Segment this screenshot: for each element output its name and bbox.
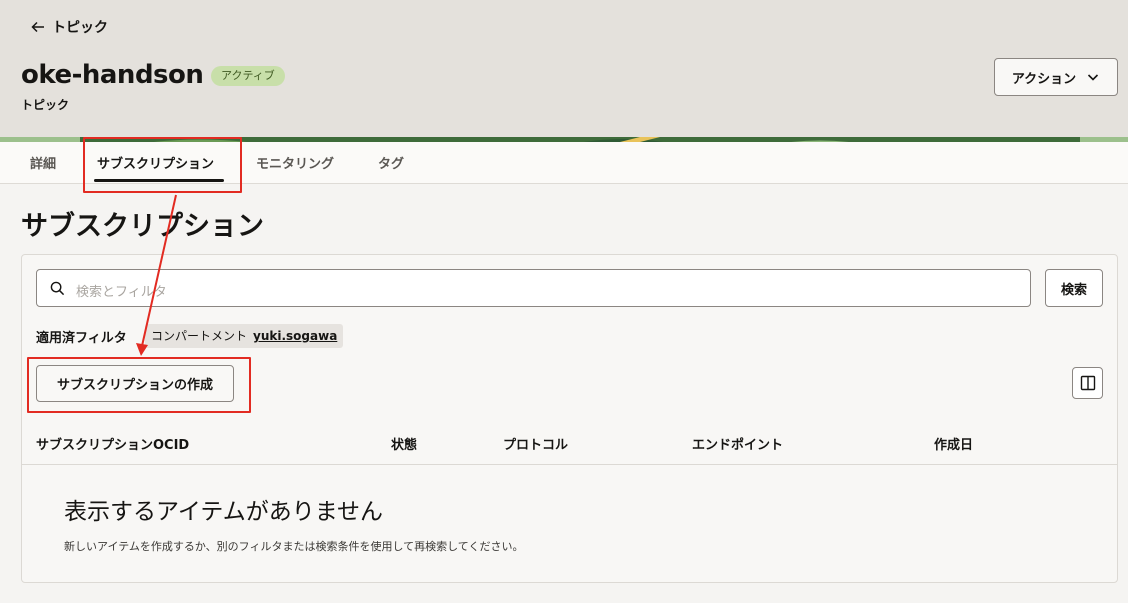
tab-tags[interactable]: タグ: [378, 153, 404, 172]
decorative-banner: [0, 132, 1128, 142]
back-to-topics-link[interactable]: トピック: [30, 17, 108, 37]
actions-menu-button[interactable]: アクション: [994, 58, 1118, 96]
page-title: oke-handson: [21, 60, 204, 90]
filter-chip-key: コンパートメント: [151, 329, 248, 343]
empty-state-title: 表示するアイテムがありません: [64, 499, 384, 525]
search-button[interactable]: 検索: [1045, 269, 1103, 307]
search-placeholder: 検索とフィルタ: [76, 285, 167, 300]
column-header-protocol[interactable]: プロトコル: [503, 434, 568, 453]
search-input[interactable]: 検索とフィルタ: [36, 269, 1031, 307]
applied-filters-label: 適用済フィルタ: [36, 331, 127, 346]
tab-monitoring[interactable]: モニタリング: [256, 153, 334, 172]
chevron-down-icon: [1088, 74, 1099, 81]
back-link-label: トピック: [52, 20, 108, 36]
column-header-ocid[interactable]: サブスクリプションOCID: [36, 434, 189, 453]
compartment-filter-chip[interactable]: コンパートメント yuki.sogawa: [145, 324, 344, 348]
column-header-created[interactable]: 作成日: [934, 434, 973, 453]
tab-subscriptions[interactable]: サブスクリプション: [97, 153, 214, 172]
column-header-endpoint[interactable]: エンドポイント: [692, 434, 783, 453]
active-tab-indicator: [94, 179, 224, 182]
arrow-left-icon: [31, 21, 44, 33]
column-settings-button[interactable]: [1072, 367, 1103, 399]
tab-details[interactable]: 詳細: [30, 153, 56, 172]
create-subscription-button[interactable]: サブスクリプションの作成: [36, 365, 234, 402]
tab-bar: 詳細 サブスクリプション モニタリング タグ: [0, 142, 1128, 184]
column-header-state[interactable]: 状態: [391, 434, 417, 453]
filter-chip-value[interactable]: yuki.sogawa: [253, 324, 337, 348]
columns-icon: [1080, 375, 1095, 391]
actions-label: アクション: [1011, 71, 1077, 87]
table-header-divider: [22, 464, 1117, 465]
empty-state-description: 新しいアイテムを作成するか、別のフィルタまたは検索条件を使用して再検索してくださ…: [64, 540, 524, 553]
status-badge: アクティブ: [211, 66, 285, 86]
section-title: サブスクリプション: [21, 211, 264, 242]
search-icon: [50, 281, 65, 296]
resource-type: トピック: [21, 98, 70, 112]
